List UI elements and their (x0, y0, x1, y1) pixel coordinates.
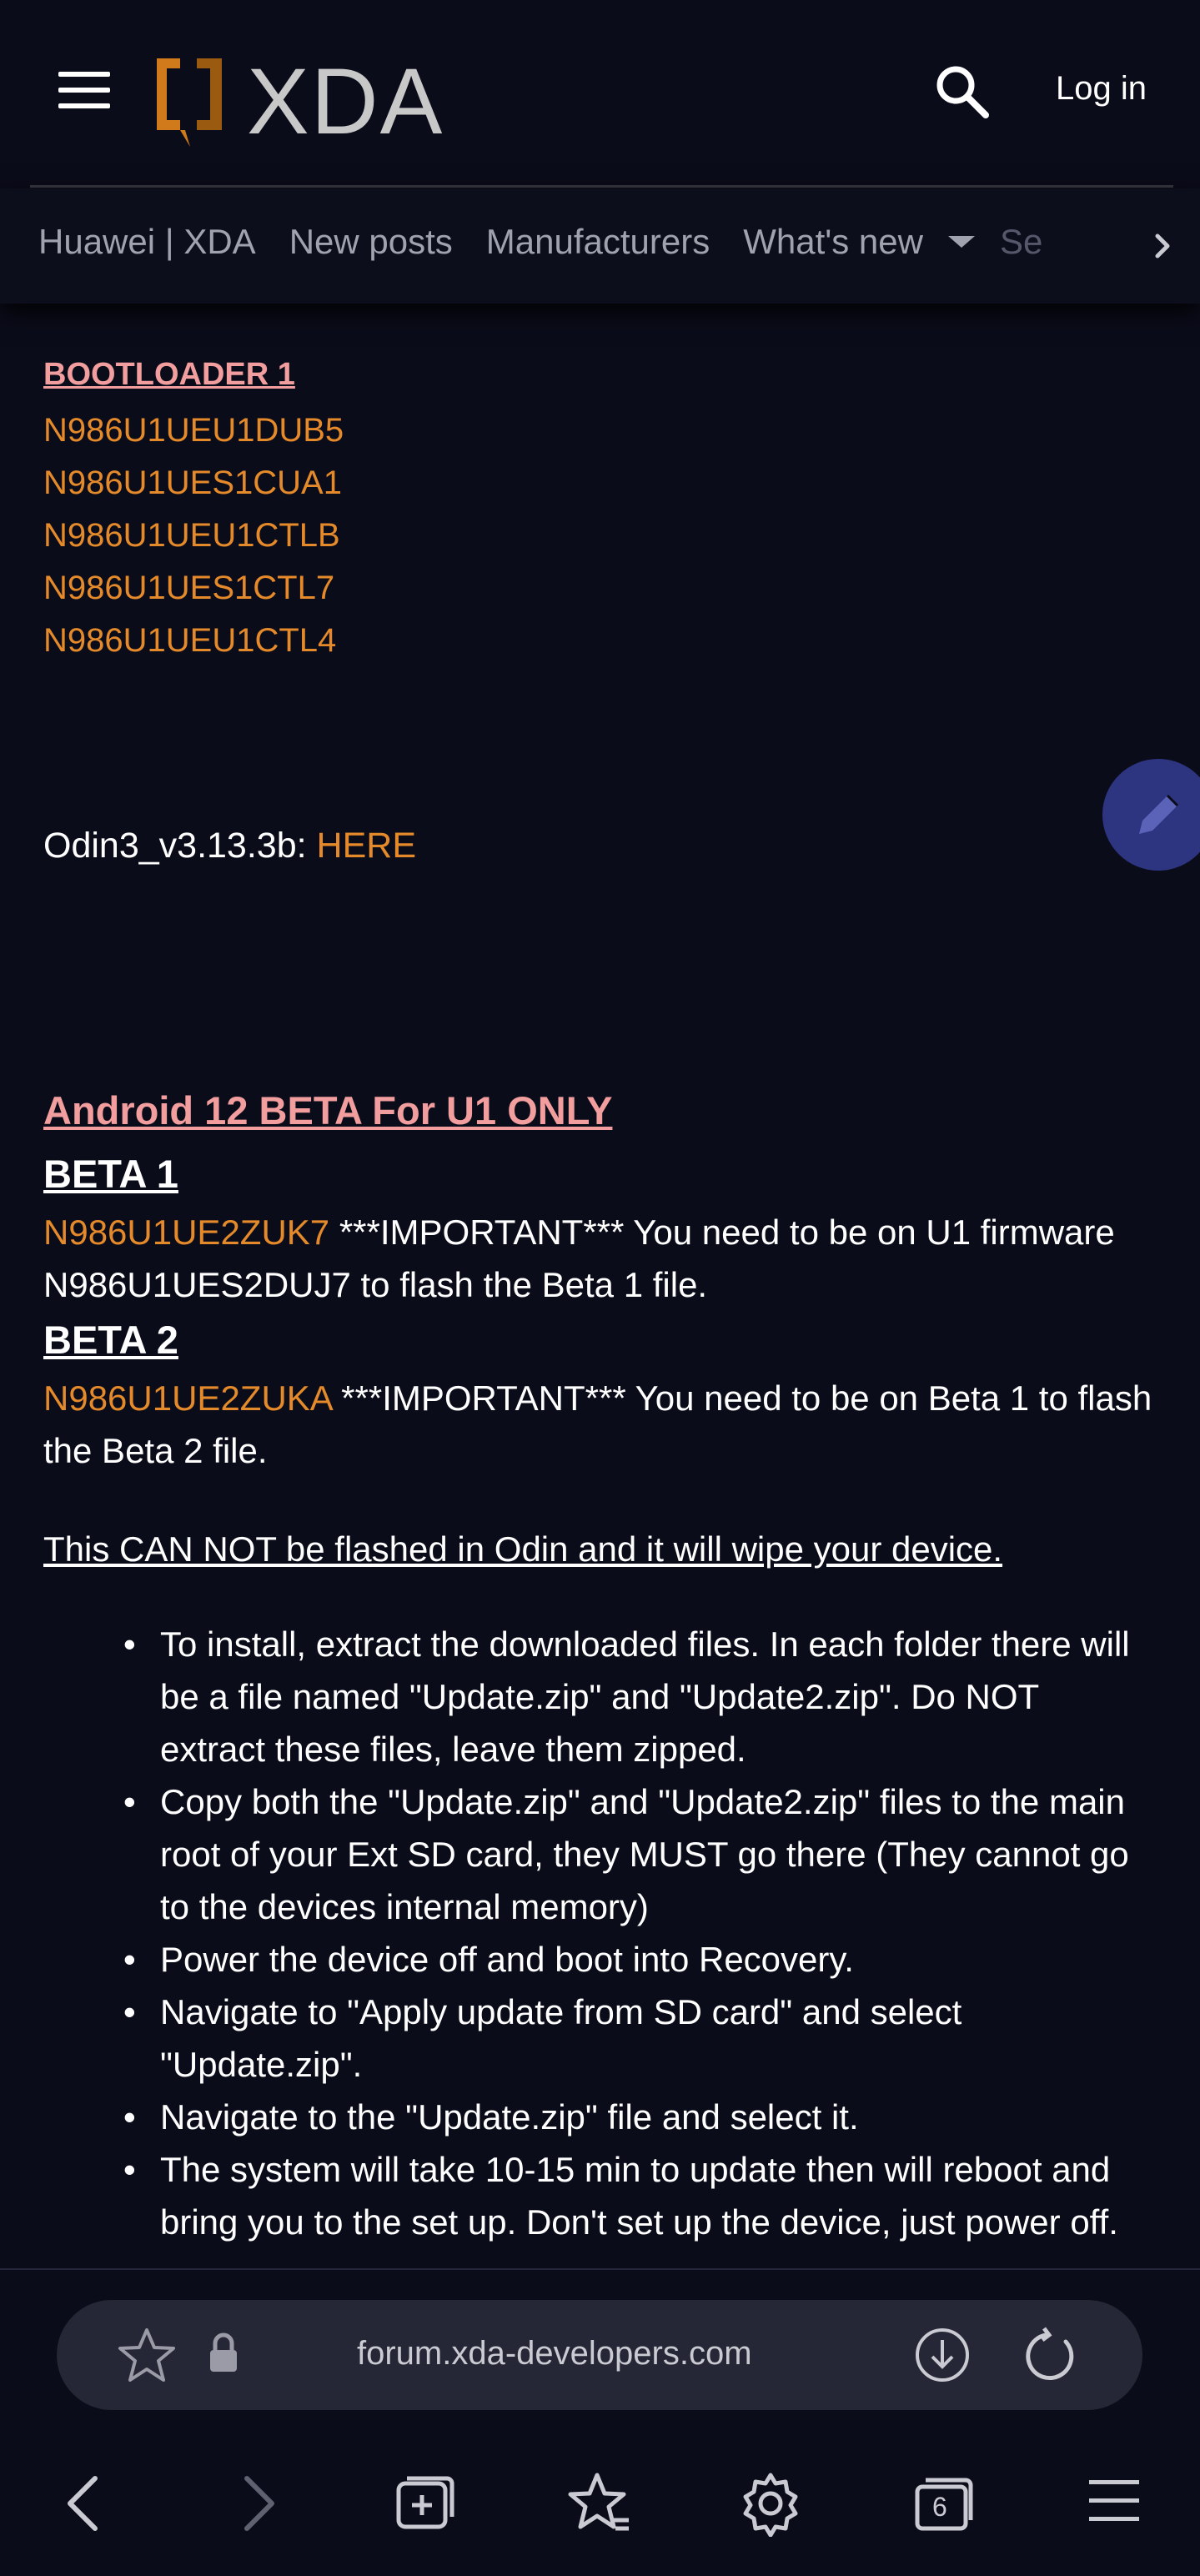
logo-text: XDA (247, 52, 444, 153)
forward-arrow-icon[interactable] (223, 2470, 290, 2537)
beta1-title: BETA 1 (43, 1152, 178, 1196)
back-arrow-icon[interactable] (52, 2470, 118, 2537)
reload-icon[interactable] (1021, 2325, 1081, 2385)
beta2-link[interactable]: N986U1UE2ZUKA (43, 1378, 332, 1418)
bookmarks-star-icon[interactable] (565, 2470, 632, 2537)
pencil-icon (1139, 794, 1179, 834)
nav-item-manufacturers[interactable]: Manufacturers (486, 222, 710, 262)
list-item: Power the device off and boot into Recov… (117, 1933, 1151, 1986)
hamburger-menu-icon[interactable] (58, 72, 110, 108)
nav-scroll-right-button[interactable] (1125, 188, 1200, 304)
star-bookmark-icon[interactable] (117, 2325, 177, 2385)
download-icon[interactable] (912, 2325, 972, 2385)
warning-text: This CAN NOT be flashed in Odin and it w… (43, 1529, 1003, 1569)
header-divider (30, 185, 1173, 188)
menu-lines-icon (1089, 2480, 1139, 2521)
tab-count: 6 (932, 2492, 947, 2522)
address-bar[interactable]: forum.xda-developers.com (57, 2300, 1142, 2410)
firmware-link[interactable]: N986U1UES1CUA1 (43, 457, 344, 510)
nav-bar: Huawei | XDA New posts Manufacturers Wha… (0, 188, 1200, 304)
bootloader-heading-link[interactable]: BOOTLOADER 1 (43, 357, 295, 393)
beta2-paragraph: N986U1UE2ZUKA ***IMPORTANT*** You need t… (43, 1372, 1152, 1477)
tabs-button[interactable]: 6 (909, 2470, 979, 2537)
edit-fab-button[interactable] (1102, 759, 1200, 871)
list-item: To install, extract the downloaded files… (117, 1618, 1151, 1775)
firmware-link[interactable]: N986U1UEU1CTLB (43, 510, 344, 562)
odin-line: Odin3_v3.13.3b: HERE (43, 826, 416, 866)
firmware-link[interactable]: N986U1UES1CTL7 (43, 562, 344, 615)
new-tab-icon[interactable] (392, 2470, 459, 2537)
beta2-title: BETA 2 (43, 1318, 178, 1362)
xda-logo[interactable]: XDA (155, 52, 505, 155)
caret-down-icon[interactable] (947, 236, 975, 248)
search-icon[interactable] (934, 63, 989, 118)
menu-button[interactable] (1089, 2480, 1139, 2527)
nav-item-huawei[interactable]: Huawei | XDA (38, 222, 256, 262)
url-text[interactable]: forum.xda-developers.com (357, 2335, 752, 2373)
browser-toolbar: forum.xda-developers.com 6 (0, 2268, 1200, 2576)
list-item: Copy both the "Update.zip" and "Update2.… (117, 1775, 1151, 1933)
nav-item-new-posts[interactable]: New posts (289, 222, 453, 262)
browser-bottom-nav: 6 (0, 2470, 1200, 2562)
list-item: Navigate to "Apply update from SD card" … (117, 1986, 1151, 2091)
lock-icon (210, 2332, 237, 2372)
odin-download-link[interactable]: HERE (317, 826, 416, 866)
list-item: Navigate to the "Update.zip" file and se… (117, 2091, 1151, 2143)
odin-label: Odin3_v3.13.3b: (43, 826, 307, 866)
beta1-link[interactable]: N986U1UE2ZUK7 (43, 1213, 329, 1252)
list-item: The system will take 10-15 min to update… (117, 2143, 1151, 2248)
nav-item-search[interactable]: Se (1000, 222, 1042, 262)
install-steps-list: To install, extract the downloaded files… (117, 1618, 1151, 2248)
settings-gear-icon[interactable] (737, 2470, 804, 2537)
site-header: XDA Log in (0, 0, 1200, 188)
beta1-paragraph: N986U1UE2ZUK7 ***IMPORTANT*** You need t… (43, 1206, 1152, 1311)
chevron-right-icon (1155, 233, 1170, 259)
firmware-link[interactable]: N986U1UEU1DUB5 (43, 404, 344, 457)
nav-item-whats-new[interactable]: What's new (743, 222, 975, 262)
android12-heading-link[interactable]: Android 12 BETA For U1 ONLY (43, 1087, 612, 1133)
firmware-link[interactable]: N986U1UEU1CTL4 (43, 615, 344, 667)
nav-item-whats-new-label: What's new (743, 222, 923, 261)
login-link[interactable]: Log in (1056, 70, 1147, 108)
firmware-link-list: N986U1UEU1DUB5 N986U1UES1CUA1 N986U1UEU1… (43, 404, 344, 667)
